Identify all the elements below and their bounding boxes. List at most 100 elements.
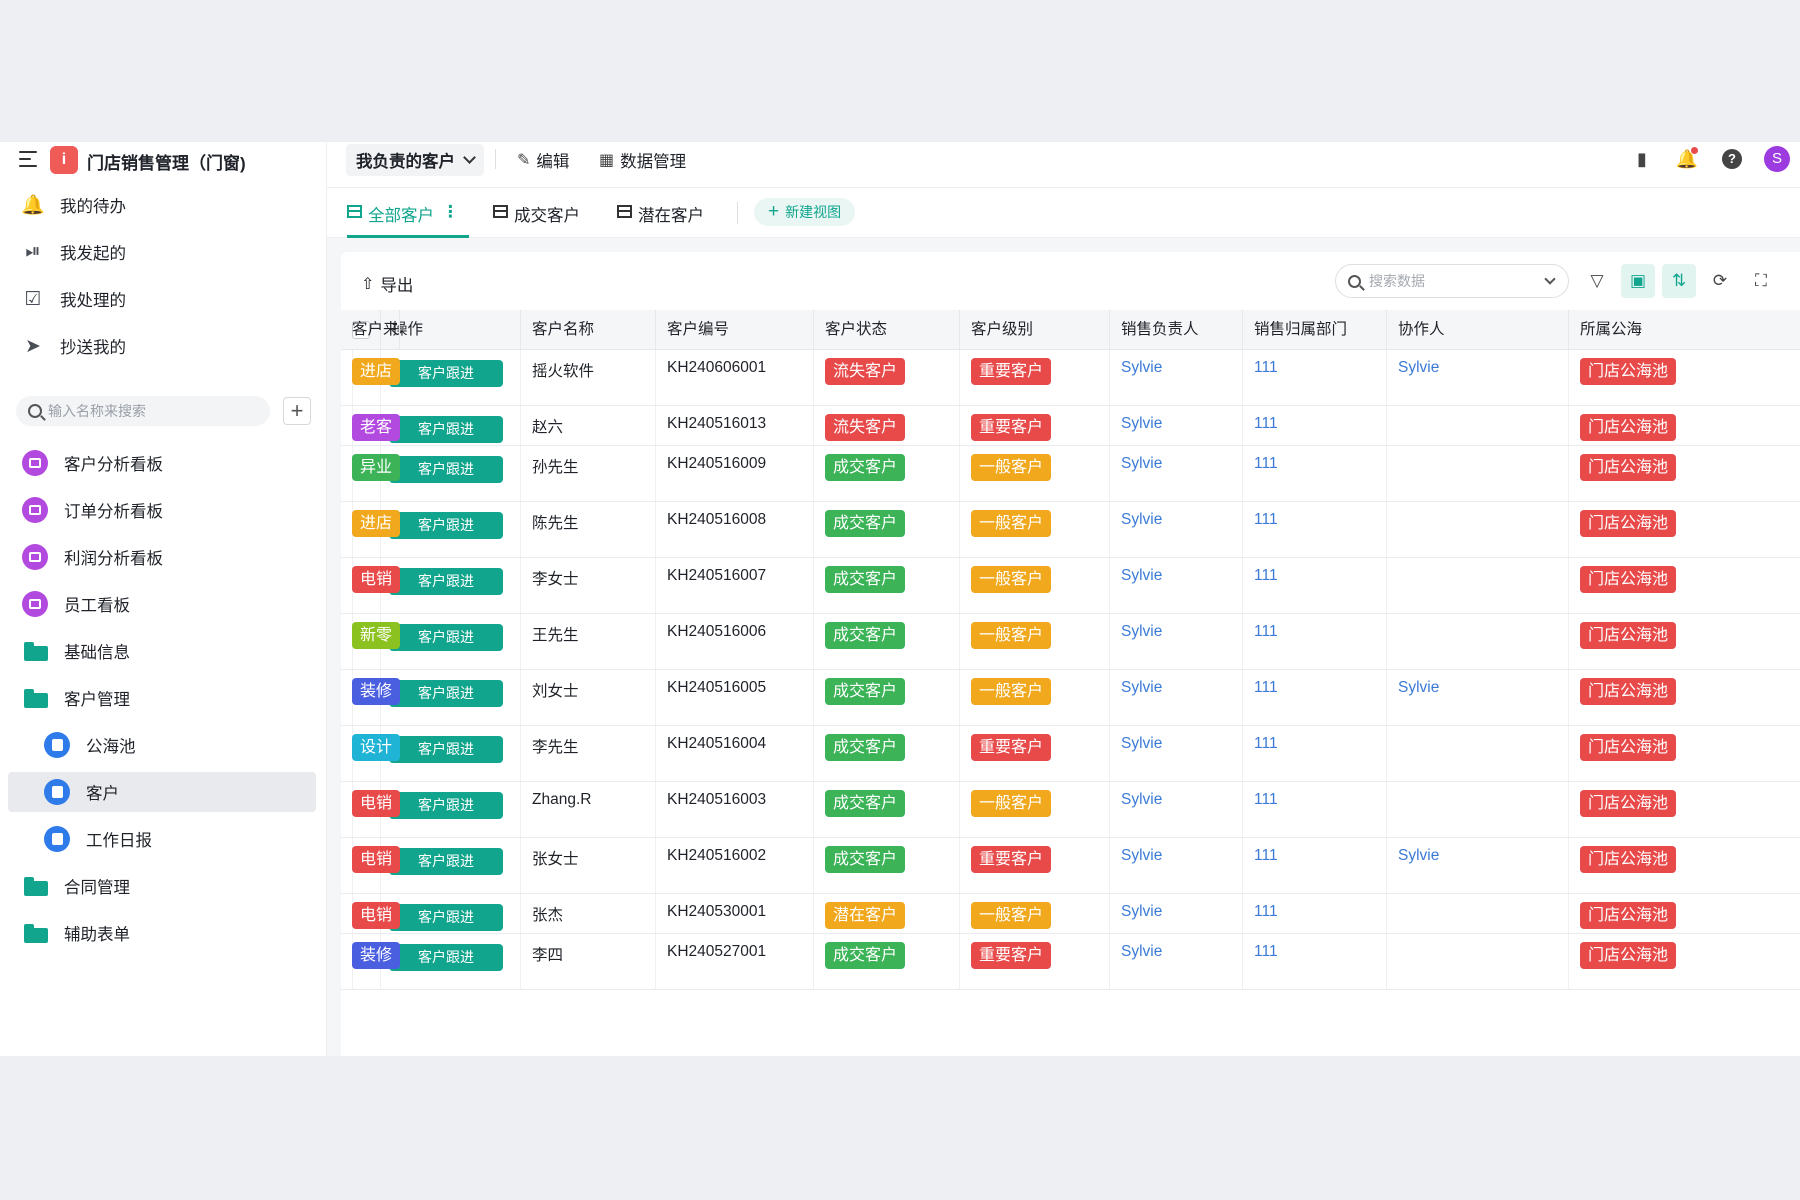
sidebar-item-contract-mgmt[interactable]: 合同管理 [24,866,130,906]
book-icon[interactable]: ▮ [1629,146,1655,172]
sales-dept-link[interactable]: 111 [1254,623,1278,641]
customer-followup-button[interactable]: 客户跟进 [389,736,503,763]
sales-dept-link[interactable]: 111 [1254,359,1278,377]
nav-initiated[interactable]: ⏯ 我发起的 [22,237,126,267]
column-header[interactable]: 销售归属部门 [1243,310,1387,350]
sales-dept-link[interactable]: 111 [1254,679,1278,697]
customer-name-cell: 张女士 [521,838,656,893]
sales-dept-link[interactable]: 111 [1254,791,1278,809]
sales-dept-link[interactable]: 111 [1254,415,1278,433]
sales-dept-link[interactable]: 111 [1254,567,1278,585]
help-icon[interactable]: ? [1719,146,1745,172]
level-badge: 重要客户 [971,846,1052,873]
export-button[interactable]: ⇧ 导出 [361,272,413,296]
sidebar-search-input[interactable]: 输入名称来搜索 [16,396,270,426]
customer-name: 赵六 [532,419,564,436]
customer-followup-button[interactable]: 客户跟进 [389,624,503,651]
filter-icon[interactable]: ▽ [1580,264,1614,298]
add-item-button[interactable]: + [283,397,311,425]
sales-dept-link[interactable]: 111 [1254,455,1278,473]
nav-cc-me[interactable]: ➤ 抄送我的 [22,331,126,361]
sidebar-item-customer-dashboard[interactable]: 客户分析看板 [22,443,163,483]
column-header[interactable]: 操作 [381,310,521,350]
customer-followup-button[interactable]: 客户跟进 [389,512,503,539]
sales-owner-link[interactable]: Sylvie [1121,415,1162,433]
column-header[interactable]: 销售负责人 [1110,310,1243,350]
collaborator-link[interactable]: Sylvie [1398,359,1439,377]
refresh-icon[interactable]: ⟳ [1703,264,1737,298]
menu-icon[interactable] [19,151,37,167]
sales-dept-link[interactable]: 111 [1254,511,1278,529]
table-search-input[interactable]: 搜索数据 [1335,264,1569,298]
sales-owner-link[interactable]: Sylvie [1121,943,1162,961]
sales-owner-link[interactable]: Sylvie [1121,847,1162,865]
sales-owner-link[interactable]: Sylvie [1121,679,1162,697]
new-view-button[interactable]: + 新建视图 [754,198,856,226]
collaborator-link[interactable]: Sylvie [1398,847,1439,865]
notification-bell-icon[interactable]: 🔔 [1674,146,1700,172]
more-vertical-icon[interactable]: ⋮ [442,202,459,222]
column-header[interactable]: 客户级别 [960,310,1110,350]
column-header[interactable]: 客户编号 [656,310,814,350]
sidebar-item-profit-dashboard[interactable]: 利润分析看板 [22,537,163,577]
column-header[interactable]: 客户来 [341,310,400,350]
customer-followup-button[interactable]: 客户跟进 [389,944,503,971]
sales-dept-link[interactable]: 111 [1254,735,1278,753]
sales-dept-link[interactable]: 111 [1254,903,1278,921]
view-tabs: 全部客户 ⋮ 成交客户 潜在客户 + 新建视图 [327,188,1800,238]
tab-potential-customers[interactable]: 潜在客户 [617,198,704,238]
fullscreen-icon[interactable]: ⛶ [1744,264,1778,298]
customer-code: KH240606001 [667,359,767,376]
collaborator-link[interactable]: Sylvie [1398,679,1439,697]
sidebar-item-staff-dashboard[interactable]: 员工看板 [22,584,130,624]
sidebar-item-basic-info[interactable]: 基础信息 [24,631,130,671]
sales-dept-link[interactable]: 111 [1254,943,1278,961]
column-header[interactable]: 协作人 [1387,310,1569,350]
sidebar-item-aux-forms[interactable]: 辅助表单 [24,913,130,953]
sidebar-item-label: 公海池 [86,738,136,756]
sales-dept-link[interactable]: 111 [1254,847,1278,865]
collaborator-cell [1387,406,1569,445]
column-header[interactable]: 客户名称 [521,310,656,350]
sidebar-item-daily-report[interactable]: 工作日报 [44,819,152,859]
sales-owner-link[interactable]: Sylvie [1121,791,1162,809]
action-cell: 客户跟进 [381,726,521,781]
column-header[interactable]: 所属公海 [1569,310,1800,350]
sidebar-item-public-pool[interactable]: 公海池 [44,725,136,765]
sidebar-item-order-dashboard[interactable]: 订单分析看板 [22,490,163,530]
customer-followup-button[interactable]: 客户跟进 [389,416,503,443]
customer-followup-button[interactable]: 客户跟进 [389,360,503,387]
customer-followup-button[interactable]: 客户跟进 [389,456,503,483]
sales-owner-link[interactable]: Sylvie [1121,359,1162,377]
sales-owner-link[interactable]: Sylvie [1121,623,1162,641]
sidebar-item-customer-mgmt[interactable]: 客户管理 [24,678,130,718]
sales-owner-link[interactable]: Sylvie [1121,455,1162,473]
column-header[interactable]: 客户状态 [814,310,960,350]
nav-my-todo[interactable]: 🔔 我的待办 [21,190,126,220]
view-selector[interactable]: 我负责的客户 [346,144,484,176]
sales-owner-link[interactable]: Sylvie [1121,567,1162,585]
sort-icon[interactable]: ⇅ [1662,264,1696,298]
customer-followup-button[interactable]: 客户跟进 [389,792,503,819]
card-view-icon[interactable]: ▣ [1621,264,1655,298]
customer-followup-button[interactable]: 客户跟进 [389,848,503,875]
tab-closed-customers[interactable]: 成交客户 [493,198,580,238]
status-badge: 潜在客户 [825,902,906,929]
tab-all-customers[interactable]: 全部客户 ⋮ [347,198,469,238]
sales-owner-link-cell: Sylvie [1110,406,1243,445]
sidebar-item-label: 合同管理 [64,879,130,897]
customer-code-cell: KH240516002 [656,838,814,893]
nav-handled[interactable]: ☑ 我处理的 [22,284,126,314]
customer-followup-button[interactable]: 客户跟进 [389,680,503,707]
status-badge-cell: 成交客户 [814,726,960,781]
data-management-button[interactable]: ▦ 数据管理 [599,148,686,172]
customer-followup-button[interactable]: 客户跟进 [389,904,503,931]
sales-owner-link[interactable]: Sylvie [1121,511,1162,529]
customer-followup-button[interactable]: 客户跟进 [389,568,503,595]
collaborator-cell [1387,614,1569,669]
sidebar-item-customer[interactable]: 客户 [8,772,316,812]
avatar[interactable]: S [1764,146,1790,172]
sales-owner-link[interactable]: Sylvie [1121,735,1162,753]
sales-owner-link[interactable]: Sylvie [1121,903,1162,921]
edit-button[interactable]: ✎ 编辑 [517,148,569,172]
